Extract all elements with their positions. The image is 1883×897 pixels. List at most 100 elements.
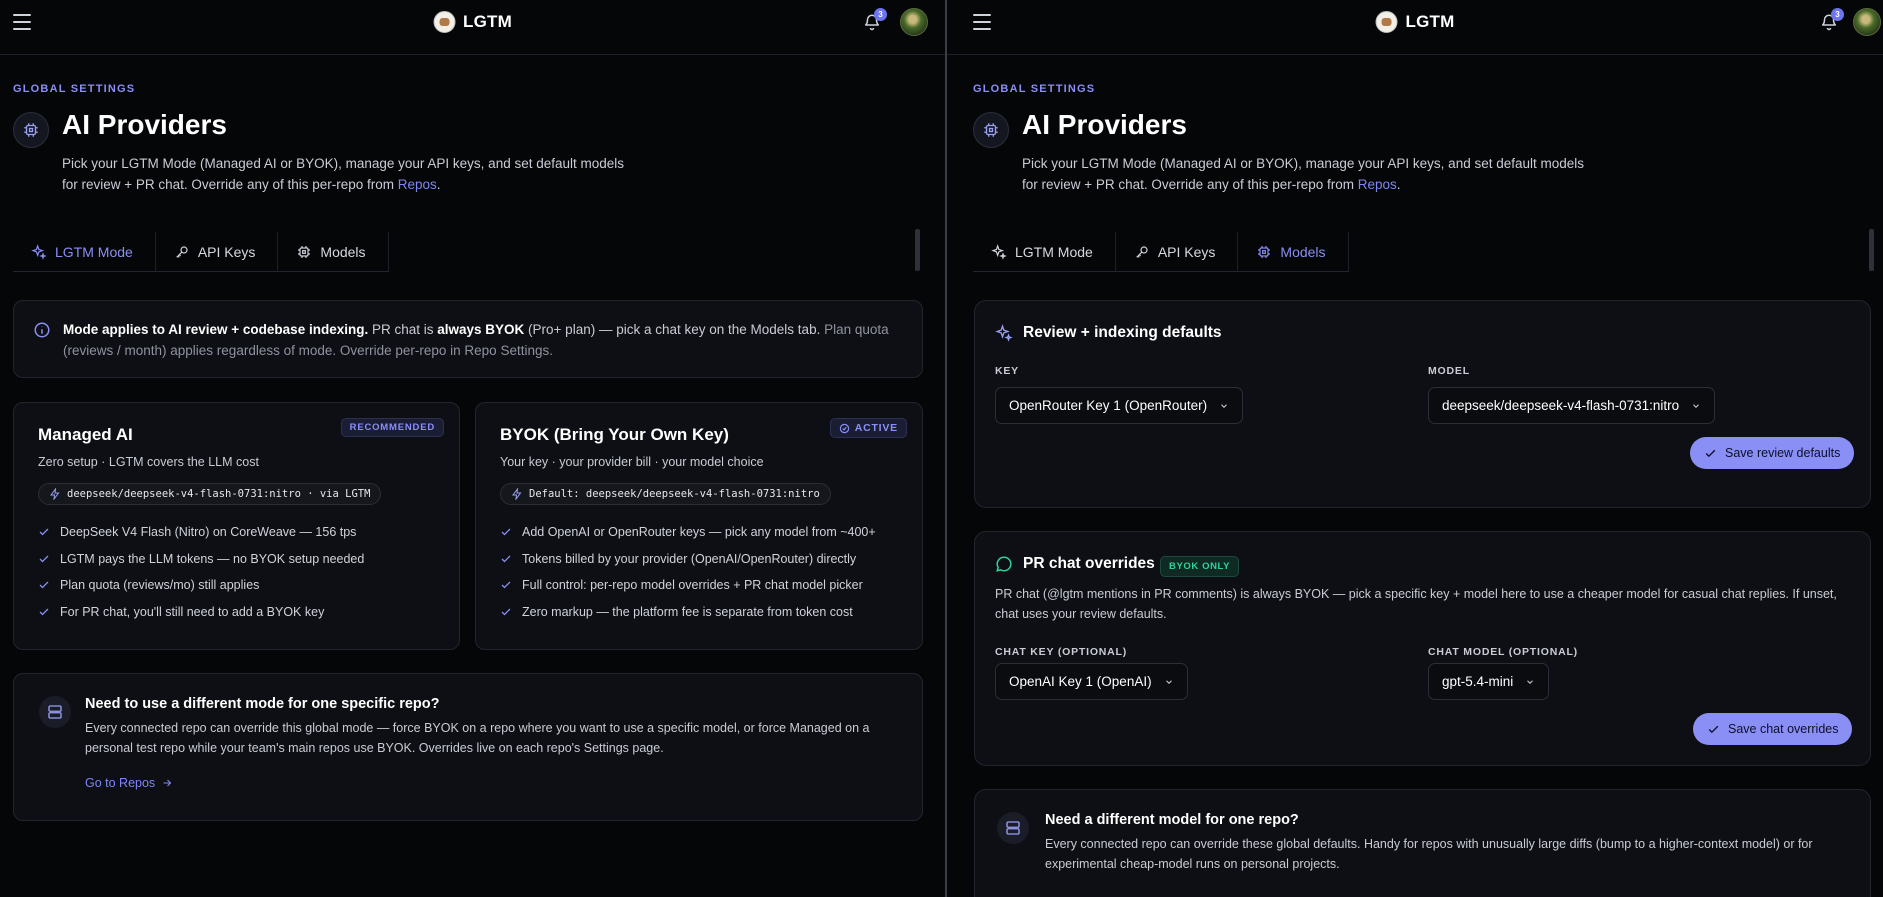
bolt-icon [50,488,60,500]
list-item: Add OpenAI or OpenRouter keys — pick any… [500,519,898,546]
feature-list: Add OpenAI or OpenRouter keys — pick any… [500,519,898,625]
tab-models[interactable]: Models [1238,232,1349,272]
tab-api-keys[interactable]: API Keys [1116,232,1239,272]
app-logo[interactable]: LGTM [1375,11,1455,33]
info-icon [34,322,50,338]
chat-bubble-icon [996,556,1012,572]
save-review-defaults-button[interactable]: Save review defaults [1690,437,1855,469]
bell-icon[interactable]: 3 [1820,8,1844,31]
go-to-repos-link[interactable]: Go to Repos [85,776,173,790]
check-icon [39,608,49,616]
info-bold-2: always BYOK [437,322,525,337]
desc-end: . [1396,177,1401,192]
chip-icon [973,112,1009,148]
app-name: LGTM [463,12,512,31]
left-screen: LGTM 3 GLOBAL SETTINGS AI Providers Pick… [0,0,945,897]
check-icon [39,555,49,563]
list-item: For PR chat, you'll still need to add a … [38,599,435,626]
repos-link[interactable]: Repos [1358,177,1397,192]
avatar[interactable] [900,8,928,36]
list-item-text: Tokens billed by your provider (OpenAI/O… [522,551,857,566]
list-item: Full control: per-repo model overrides +… [500,572,898,599]
check-icon [501,581,511,589]
byok-card[interactable]: ACTIVE BYOK (Bring Your Own Key) Your ke… [475,402,923,650]
chevron-down-icon [1165,679,1172,684]
arrow-right-icon [163,779,172,787]
tab-api-keys[interactable]: API Keys [156,232,279,272]
tab-label: Models [320,244,366,260]
card-subtitle: Your key · your provider bill · your mod… [500,455,764,469]
desc-text: Pick your LGTM Mode (Managed AI or BYOK)… [1022,156,1585,192]
chat-model-select[interactable]: gpt-5.4-mini [1428,663,1550,700]
check-icon [501,555,511,563]
model-select[interactable]: deepseek/deepseek-v4-flash-0731:nitro [1428,387,1716,424]
note-title: Need to use a different mode for one spe… [85,696,440,712]
chevron-down-icon [1693,403,1700,408]
model-label: MODEL [1428,365,1470,377]
save-chat-overrides-button[interactable]: Save chat overrides [1693,713,1853,745]
avatar[interactable] [1853,8,1881,36]
list-item: DeepSeek V4 Flash (Nitro) on CoreWeave —… [38,519,435,546]
check-icon [1705,449,1716,457]
chat-key-select[interactable]: OpenAI Key 1 (OpenAI) [995,663,1188,700]
note-body: Need a different model for one repo? Eve… [1045,812,1845,874]
key-select[interactable]: OpenRouter Key 1 (OpenRouter) [995,387,1244,424]
tab-label: LGTM Mode [55,244,133,260]
recommended-badge: RECOMMENDED [340,418,444,437]
eyebrow-label: GLOBAL SETTINGS [13,83,136,95]
tab-models[interactable]: Models [278,232,389,272]
note-text: Every connected repo can override this g… [85,721,870,755]
tab-label: API Keys [197,244,256,260]
tab-lgtm-mode[interactable]: LGTM Mode [13,232,156,272]
list-item-text: Add OpenAI or OpenRouter keys — pick any… [522,525,876,540]
list-item-text: Full control: per-repo model overrides +… [522,578,863,593]
bell-icon[interactable]: 3 [863,8,887,31]
override-note-card: Need to use a different mode for one spe… [13,673,923,821]
top-bar: LGTM 3 [0,0,945,55]
server-icon [997,812,1029,844]
app-logo[interactable]: LGTM [433,11,512,33]
card-title: Review + indexing defaults [1023,324,1222,341]
menu-icon[interactable] [13,14,31,30]
page-description: Pick your LGTM Mode (Managed AI or BYOK)… [62,153,642,195]
select-value: OpenRouter Key 1 (OpenRouter) [1009,398,1208,413]
page-title: AI Providers [62,109,227,140]
link-label: Go to Repos [85,776,156,790]
app-name: LGTM [1405,12,1455,31]
notification-count: 3 [874,8,887,21]
info-text: PR chat is [368,322,438,337]
key-label: KEY [995,365,1019,377]
top-bar: LGTM 3 [947,0,1883,55]
mode-info-banner: Mode applies to AI review + codebase ind… [13,300,923,378]
logo-mascot-icon [1375,11,1398,33]
button-label: Save review defaults [1725,446,1841,460]
page-title: AI Providers [1022,109,1187,140]
button-label: Save chat overrides [1728,722,1839,736]
list-item: Plan quota (reviews/mo) still applies [38,572,435,599]
pr-chat-overrides-card: PR chat overrides BYOK ONLY PR chat (@lg… [974,531,1871,766]
tabs-scrollbar[interactable] [915,229,920,271]
tabs-scrollbar[interactable] [1869,229,1874,271]
menu-icon[interactable] [973,14,991,30]
bolt-icon [512,488,522,500]
repos-link[interactable]: Repos [398,177,437,192]
info-bold: Mode applies to AI review + codebase ind… [63,322,369,337]
page-description: Pick your LGTM Mode (Managed AI or BYOK)… [1022,153,1602,195]
check-icon [1708,725,1719,733]
tab-label: Models [1280,244,1326,260]
info-text-2: (Pro+ plan) — pick a chat key on the Mod… [524,322,825,337]
model-override-note-card: Need a different model for one repo? Eve… [974,789,1871,897]
server-icon [39,696,71,728]
tab-bar: LGTM Mode API Keys Models [13,232,389,272]
list-item-text: Plan quota (reviews/mo) still applies [60,578,260,593]
tab-label: LGTM Mode [1015,244,1093,260]
list-item-text: LGTM pays the LLM tokens — no BYOK setup… [60,551,365,566]
model-chip: Default: deepseek/deepseek-v4-flash-0731… [500,483,831,505]
key-icon [176,246,188,258]
model-chip: deepseek/deepseek-v4-flash-0731:nitro · … [38,483,382,505]
managed-ai-card[interactable]: RECOMMENDED Managed AI Zero setup · LGTM… [13,402,460,650]
badge-text: ACTIVE [854,422,898,434]
check-icon [39,581,49,589]
tab-lgtm-mode[interactable]: LGTM Mode [973,232,1116,272]
desc-end: . [436,177,441,192]
